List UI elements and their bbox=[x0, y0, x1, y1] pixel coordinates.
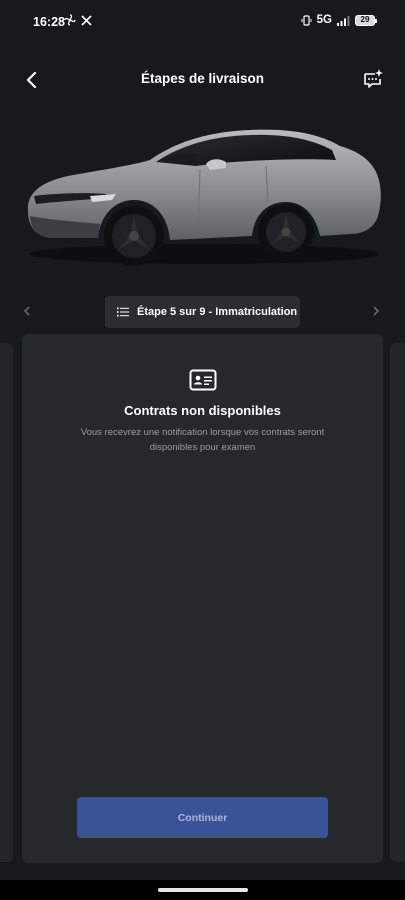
step-label: Étape 5 sur 9 - Immatriculation bbox=[137, 306, 298, 318]
previous-step-card[interactable] bbox=[0, 343, 13, 862]
fan-icon bbox=[64, 14, 76, 26]
prev-step-button[interactable] bbox=[20, 304, 34, 318]
next-step-card[interactable] bbox=[390, 343, 405, 862]
vibrate-icon bbox=[301, 14, 312, 26]
system-nav-bar bbox=[0, 880, 405, 900]
status-left-icons bbox=[64, 14, 92, 26]
x-logo-icon bbox=[81, 14, 92, 26]
status-bar: 16:28 5G 29 bbox=[0, 0, 405, 44]
battery-indicator: 29 bbox=[355, 14, 377, 26]
continue-button[interactable]: Continuer bbox=[77, 797, 328, 838]
step-selector: Étape 5 sur 9 - Immatriculation bbox=[0, 296, 405, 328]
home-indicator[interactable] bbox=[158, 888, 248, 892]
id-card-icon bbox=[189, 369, 217, 391]
chat-sparkle-icon[interactable] bbox=[361, 67, 385, 91]
page-title: Étapes de livraison bbox=[140, 71, 265, 86]
next-step-button[interactable] bbox=[369, 304, 383, 318]
header: Étapes de livraison bbox=[0, 60, 405, 98]
card-description: Vous recevrez une notification lorsque v… bbox=[80, 427, 325, 453]
status-right: 5G 29 bbox=[301, 14, 377, 26]
step-pill[interactable]: Étape 5 sur 9 - Immatriculation bbox=[105, 296, 300, 328]
signal-icon bbox=[337, 15, 350, 26]
list-icon bbox=[117, 307, 129, 317]
network-type: 5G bbox=[316, 14, 332, 26]
step-card: Contrats non disponibles Vous recevrez u… bbox=[22, 334, 383, 863]
status-time: 16:28 bbox=[33, 15, 65, 29]
battery-level: 29 bbox=[360, 15, 370, 24]
card-title: Contrats non disponibles bbox=[124, 403, 281, 418]
car-image bbox=[27, 129, 381, 266]
